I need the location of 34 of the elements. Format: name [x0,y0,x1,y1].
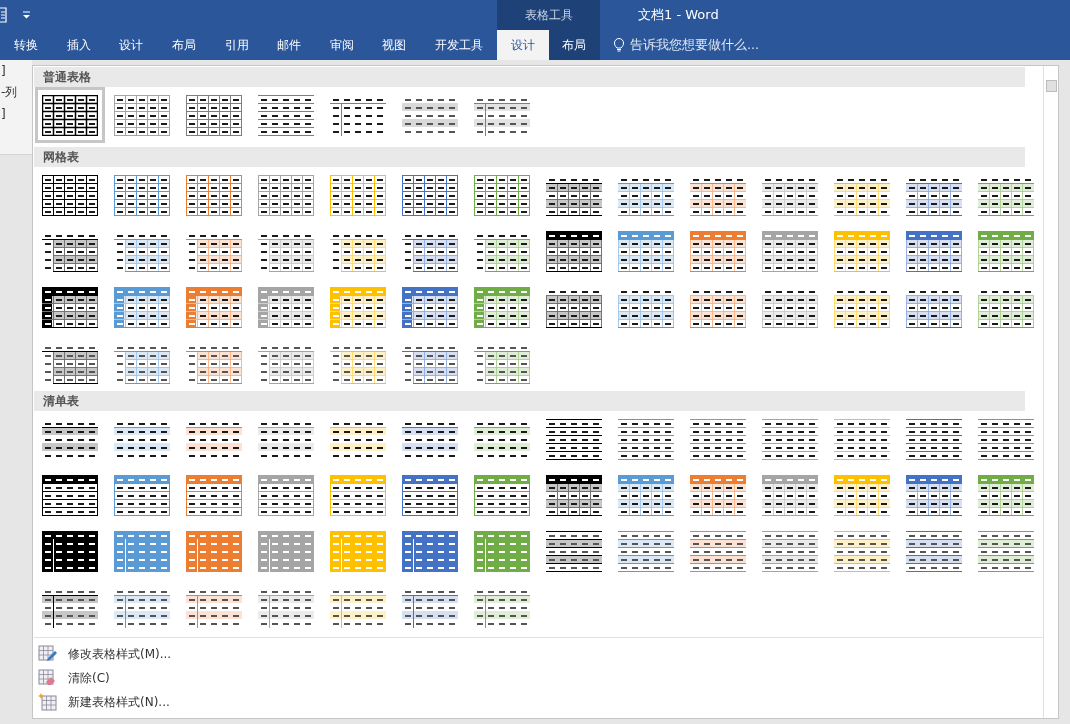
menu-item-label: 清除(C) [68,669,110,687]
tell-me-field[interactable]: 告诉我您想要做什么... [630,36,759,54]
scrollbar[interactable] [1043,66,1058,718]
dropdown-icon[interactable] [22,11,31,19]
menu-item[interactable]: 新建表格样式(N)... [34,690,1043,714]
window-title: 文档1 - Word [637,6,719,24]
lightbulb-icon [614,38,624,52]
ribbon-tab[interactable]: 设计 [497,30,549,60]
ribbon-tab[interactable]: 审阅 [315,30,368,60]
edit-table-icon [38,645,58,663]
ribbon-tab[interactable]: 引用 [210,30,263,60]
section-header: 网格表 [34,147,1025,167]
ribbon-tab[interactable]: 转换 [0,30,53,60]
menu-item[interactable]: 清除(C) [34,666,1043,690]
context-tab-group-label: 表格工具 [497,0,600,30]
new-table-icon [38,693,58,711]
menu-item[interactable]: 修改表格样式(M)... [34,642,1043,666]
menu-item-label: 修改表格样式(M)... [68,645,172,663]
ribbon-label: ] [1,64,6,78]
ribbon-label: ] [1,107,6,121]
ribbon-tab[interactable]: 邮件 [262,30,316,60]
ribbon-tab[interactable]: 插入 [52,30,106,60]
ribbon-tab[interactable]: 视图 [367,30,421,60]
ribbon-label: -列 [1,84,18,101]
eraser-icon [38,669,58,687]
table-style-thumbnail[interactable] [35,87,105,143]
ribbon-tab[interactable]: 开发工具 [420,30,498,60]
document-icon[interactable] [0,7,8,23]
ribbon-tab[interactable]: 布局 [157,30,211,60]
section-header: 普通表格 [34,67,1025,87]
menu-item-label: 新建表格样式(N)... [68,693,170,711]
section-header: 清单表 [34,391,1025,411]
ribbon-tab[interactable]: 设计 [105,30,158,60]
ribbon-tab[interactable]: 布局 [548,30,600,60]
